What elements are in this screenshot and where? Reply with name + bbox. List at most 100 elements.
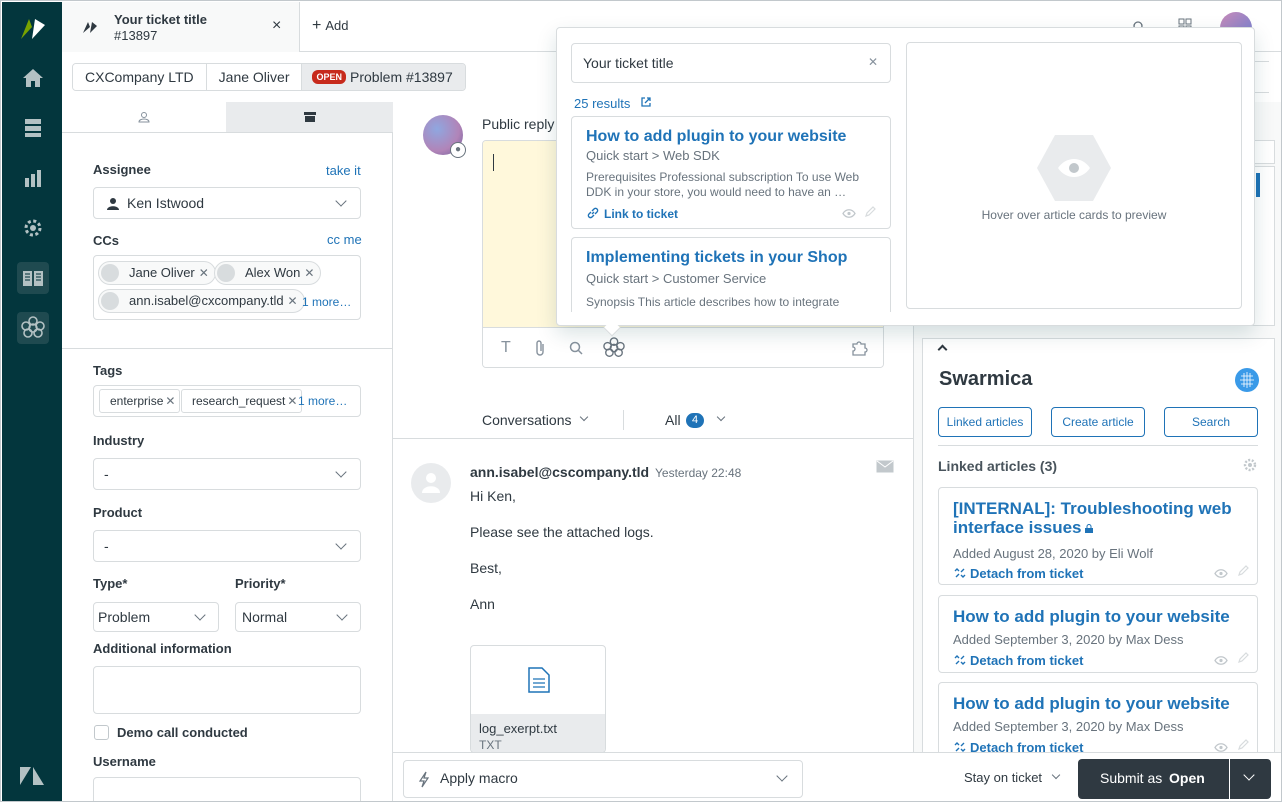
ticket-tab-title: Your ticket title — [114, 12, 207, 27]
document-icon — [528, 667, 550, 693]
assignee-label: Assignee — [93, 162, 151, 177]
tag-chip[interactable]: enterprise ✕ — [99, 389, 181, 413]
conversations-filter[interactable]: Conversations — [482, 412, 572, 428]
remove-icon[interactable]: ✕ — [304, 262, 314, 284]
eye-icon[interactable] — [842, 209, 856, 218]
remove-icon[interactable]: ✕ — [288, 290, 298, 312]
submit-status: Open — [1169, 770, 1205, 786]
article-title[interactable]: [INTERNAL]: Troubleshooting web interfac… — [953, 499, 1243, 537]
cc-chip[interactable]: ann.isabel@cxcompany.tld ✕ — [98, 289, 305, 313]
result-title[interactable]: Implementing tickets in your Shop — [586, 249, 847, 267]
article-search-popover: Your ticket title ✕ 25 results How to ad… — [556, 27, 1255, 337]
attachment-icon[interactable] — [534, 340, 546, 357]
message-author[interactable]: ann.isabel@cscompany.tld — [470, 464, 649, 480]
avatar — [217, 264, 235, 282]
link-to-ticket-link[interactable]: Link to ticket — [604, 207, 678, 221]
detach-link[interactable]: Detach from ticket — [970, 566, 1083, 581]
app-header[interactable] — [923, 339, 1274, 359]
eye-icon[interactable] — [1214, 656, 1228, 665]
linked-article-card[interactable]: How to add plugin to your website Added … — [938, 682, 1258, 760]
result-path: Quick start > Web SDK — [586, 148, 720, 163]
email-icon — [876, 460, 894, 473]
reply-type-label[interactable]: Public reply — [482, 116, 554, 132]
submit-button[interactable]: Submit as Open — [1078, 759, 1271, 799]
properties-tabs — [62, 102, 393, 133]
priority-select[interactable]: Normal — [235, 602, 361, 632]
article-title[interactable]: How to add plugin to your website — [953, 607, 1230, 626]
pencil-icon[interactable] — [1237, 652, 1249, 664]
views-icon[interactable] — [17, 112, 49, 144]
collapse-icon[interactable] — [937, 344, 948, 355]
ticket-tab-properties[interactable] — [226, 102, 393, 132]
apps-puzzle-icon[interactable] — [851, 340, 869, 356]
user-tab[interactable] — [62, 102, 226, 132]
article-meta: Added September 3, 2020 by Max Dess — [953, 632, 1184, 647]
text-format-icon[interactable]: T — [501, 339, 511, 357]
take-it-link[interactable]: take it — [326, 163, 361, 178]
linked-article-card[interactable]: [INTERNAL]: Troubleshooting web interfac… — [938, 487, 1258, 585]
breadcrumb-ticket[interactable]: OPEN Problem #13897 — [302, 64, 465, 90]
cc-chip[interactable]: Alex Won ✕ — [214, 261, 322, 285]
submit-options-chevron-icon[interactable] — [1243, 769, 1255, 781]
tags-field[interactable]: enterprise ✕ research_request ✕ 1 more… — [93, 385, 361, 417]
ccs-field[interactable]: Jane Oliver ✕ Alex Won ✕ ann.isabel@cxcomp… — [93, 255, 361, 320]
eye-icon[interactable] — [1214, 743, 1228, 752]
search-icon[interactable] — [569, 341, 583, 355]
pencil-icon[interactable] — [1237, 565, 1249, 577]
result-title[interactable]: How to add plugin to your website — [586, 128, 846, 146]
eye-preview-icon — [1037, 135, 1111, 201]
cc-chip-label: Jane Oliver — [129, 265, 195, 280]
cc-me-link[interactable]: cc me — [327, 232, 362, 247]
gear-icon[interactable] — [1243, 458, 1257, 472]
pencil-icon[interactable] — [864, 206, 876, 218]
remove-icon[interactable]: ✕ — [287, 390, 297, 412]
ccs-more-link[interactable]: 1 more… — [302, 295, 351, 309]
remove-icon[interactable]: ✕ — [199, 262, 209, 284]
article-title[interactable]: How to add plugin to your website — [953, 694, 1230, 713]
pencil-icon[interactable] — [1237, 739, 1249, 751]
attachment-card[interactable]: log_exerpt.txt TXT — [470, 645, 606, 753]
detach-link[interactable]: Detach from ticket — [970, 653, 1083, 668]
industry-select[interactable]: - — [93, 458, 361, 490]
search-result-card[interactable]: Implementing tickets in your Shop Quick … — [571, 237, 891, 312]
breadcrumb-requester[interactable]: Jane Oliver — [206, 64, 303, 90]
clear-icon[interactable]: ✕ — [868, 55, 878, 69]
tags-more-link[interactable]: 1 more… — [298, 394, 347, 408]
add-label: Add — [325, 18, 349, 33]
stay-on-ticket-select[interactable]: Stay on ticket — [964, 770, 1042, 785]
home-icon[interactable] — [17, 62, 49, 94]
results-count-link[interactable]: 25 results — [574, 96, 630, 111]
reporting-icon[interactable] — [17, 162, 49, 194]
cc-chip[interactable]: Jane Oliver ✕ — [98, 261, 216, 285]
search-button[interactable]: Search — [1164, 407, 1258, 437]
external-link-icon[interactable] — [640, 96, 652, 108]
create-article-button[interactable]: Create article — [1051, 407, 1145, 437]
chevron-down-icon — [335, 538, 347, 550]
ticket-tab-number: #13897 — [114, 28, 158, 43]
username-field[interactable] — [93, 777, 361, 801]
type-select[interactable]: Problem — [93, 602, 219, 632]
article-search-input[interactable]: Your ticket title ✕ — [571, 43, 891, 83]
search-result-card[interactable]: How to add plugin to your website Quick … — [571, 116, 891, 229]
assignee-select[interactable]: Ken Istwood — [93, 187, 361, 219]
eye-icon[interactable] — [1214, 569, 1228, 578]
apply-macro-select[interactable]: Apply macro — [403, 760, 803, 798]
tag-chip[interactable]: research_request ✕ — [181, 389, 303, 413]
result-path: Quick start > Customer Service — [586, 271, 767, 286]
product-select[interactable]: - — [93, 530, 361, 562]
ticket-tab[interactable]: Your ticket title #13897 × — [62, 2, 300, 52]
settings-icon[interactable] — [17, 212, 49, 244]
additional-info-textarea[interactable] — [93, 666, 361, 714]
swarmica-icon[interactable] — [603, 337, 625, 359]
close-tab-icon[interactable]: × — [272, 17, 281, 35]
remove-icon[interactable]: ✕ — [165, 390, 175, 412]
guide-icon[interactable] — [17, 262, 49, 294]
demo-call-checkbox[interactable] — [94, 725, 109, 740]
chevron-down-icon — [335, 195, 347, 207]
all-filter[interactable]: All — [665, 412, 681, 428]
swarmica-app-icon[interactable] — [17, 312, 49, 344]
linked-articles-button[interactable]: Linked articles — [938, 407, 1032, 437]
add-tab-button[interactable]: + Add — [312, 17, 348, 35]
linked-article-card[interactable]: How to add plugin to your website Added … — [938, 595, 1258, 673]
breadcrumb-org[interactable]: CXCompany LTD — [73, 64, 207, 90]
